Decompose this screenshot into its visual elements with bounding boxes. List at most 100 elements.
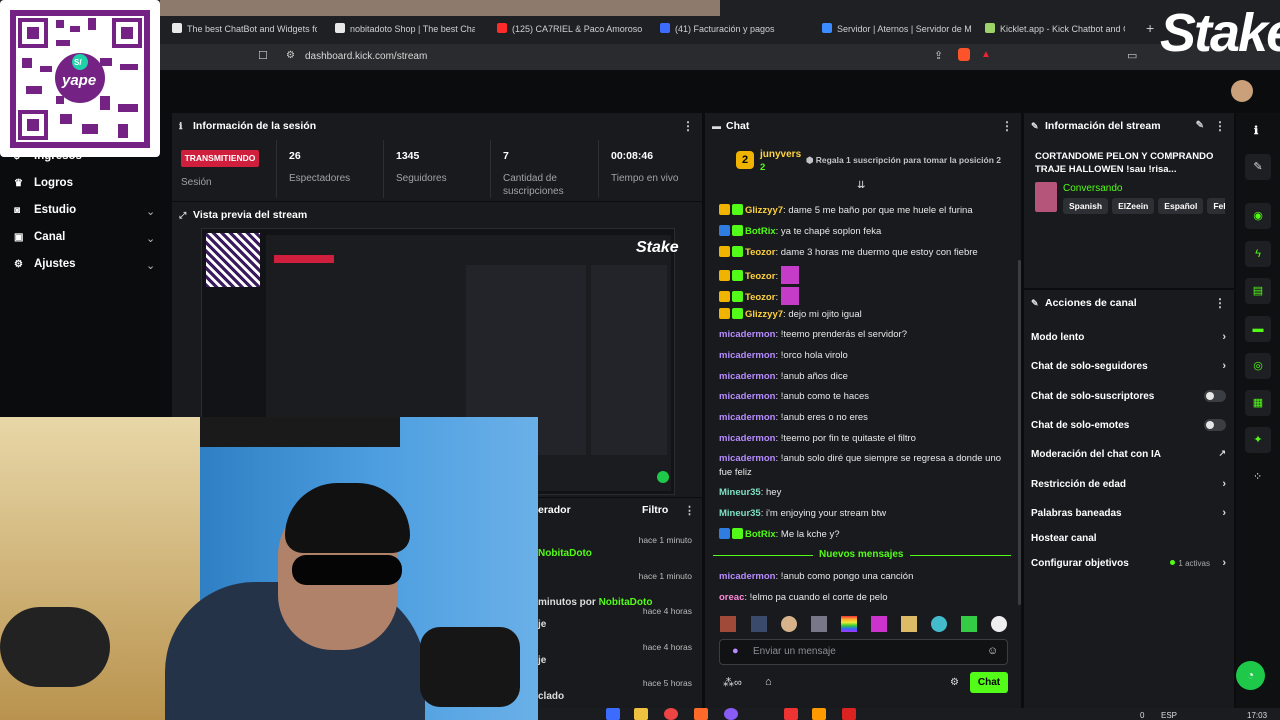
address-bar[interactable]: ☐ ⚙ dashboard.kick.com/stream ⇪ ▲ ▭: [160, 44, 1280, 70]
channel-action-restriccion-de-edad[interactable]: Restricción de edad ›: [1031, 478, 1226, 490]
chat-username[interactable]: micadermon: [719, 350, 776, 361]
browser-tab[interactable]: Servidor | Aternos | Servidor de Min: [822, 18, 972, 40]
emote-2[interactable]: [751, 616, 767, 632]
taskbar-clock[interactable]: 17:03: [1247, 711, 1267, 720]
taskbar-app-4[interactable]: [694, 708, 708, 720]
taskbar-app-5[interactable]: [724, 708, 738, 720]
chat-username[interactable]: micadermon: [719, 453, 776, 464]
emote-1[interactable]: [720, 616, 736, 632]
emote-9[interactable]: [961, 616, 977, 632]
emote-10[interactable]: [991, 616, 1007, 632]
sidebar-item-ajustes[interactable]: ⚙ Ajustes: [14, 258, 76, 270]
external-link-icon[interactable]: ↗: [1218, 448, 1226, 459]
chat-username[interactable]: Teozor: [745, 271, 775, 282]
rewards-icon[interactable]: ▲: [981, 49, 991, 60]
share-icon[interactable]: ⇪: [934, 49, 943, 62]
chat-username[interactable]: Teozor: [745, 247, 775, 258]
emote-4[interactable]: [811, 616, 827, 632]
chevron-down-icon[interactable]: ⌄: [146, 205, 155, 218]
emoji-icon[interactable]: ☺: [987, 645, 998, 657]
taskbar-app-6[interactable]: [784, 708, 798, 720]
browser-tab[interactable]: The best ChatBot and Widgets for K: [172, 18, 317, 40]
channel-action-hostear-canal[interactable]: Hostear canal: [1031, 533, 1226, 544]
chevron-right-icon[interactable]: ›: [1222, 557, 1226, 569]
stream-tag[interactable]: Feka: [1207, 198, 1225, 214]
activity-menu-icon[interactable]: ⋮: [684, 504, 695, 517]
browser-tab[interactable]: Kicklet.app - Kick Chatbot and Over: [985, 18, 1125, 40]
send-chat-button[interactable]: Chat: [970, 672, 1008, 693]
emote-6[interactable]: [871, 616, 887, 632]
edit-icon[interactable]: ✎: [1196, 113, 1204, 139]
channel-action-palabras-baneadas[interactable]: Palabras baneadas ›: [1031, 507, 1226, 519]
sidebar-item-canal[interactable]: ▣ Canal: [14, 231, 65, 243]
taskbar-language[interactable]: ESP: [1161, 711, 1177, 720]
chat-username[interactable]: Teozor: [745, 292, 775, 303]
tools-rail-icon[interactable]: ✦: [1245, 427, 1271, 453]
channel-action-chat-de-solo-suscriptores[interactable]: Chat de solo-suscriptores: [1031, 390, 1226, 402]
chat-username[interactable]: micadermon: [719, 329, 776, 340]
brave-shield-icon[interactable]: [958, 48, 970, 61]
chat-username[interactable]: micadermon: [719, 371, 776, 382]
lightning-rail-icon[interactable]: ϟ: [1245, 241, 1271, 267]
stream-tag[interactable]: Spanish: [1063, 198, 1109, 214]
stream-info-menu-icon[interactable]: ⋮: [1214, 113, 1226, 139]
browser-tab[interactable]: (41) Facturación y pagos: [660, 18, 800, 40]
channel-actions-menu-icon[interactable]: ⋮: [1214, 290, 1226, 316]
emote-8[interactable]: [931, 616, 947, 632]
chat-username[interactable]: Mineur35: [719, 487, 761, 498]
camera-rail-icon[interactable]: ◉: [1245, 203, 1271, 229]
chat-rail-icon[interactable]: ▬: [1245, 316, 1271, 342]
edit-rail-icon[interactable]: ✎: [1245, 154, 1271, 180]
stream-category[interactable]: Conversando: [1063, 183, 1122, 194]
channel-action-chat-de-solo-emotes[interactable]: Chat de solo-emotes: [1031, 419, 1226, 431]
channel-action-moderacion-del-chat-con-ia[interactable]: Moderación del chat con IA ↗: [1031, 448, 1226, 460]
store-icon[interactable]: ⌂: [765, 676, 772, 688]
session-menu-icon[interactable]: ⋮: [682, 113, 694, 139]
taskbar-app-8[interactable]: [842, 708, 856, 720]
chat-username[interactable]: micadermon: [719, 412, 776, 423]
chat-username[interactable]: Glizzyy7: [745, 309, 783, 320]
chat-username[interactable]: micadermon: [719, 391, 776, 402]
chat-username[interactable]: Mineur35: [719, 508, 761, 519]
stream-tag[interactable]: Español: [1158, 198, 1204, 214]
bookmark-icon[interactable]: ☐: [258, 49, 268, 62]
avatar[interactable]: [1231, 80, 1253, 102]
info-rail-icon[interactable]: ℹ: [1254, 124, 1258, 137]
taskbar-app-2[interactable]: [634, 708, 648, 720]
new-tab-button[interactable]: +: [1146, 20, 1154, 36]
share-rail-icon[interactable]: ⁘: [1253, 470, 1262, 483]
taskbar-app-7[interactable]: [812, 708, 826, 720]
stream-tag[interactable]: ElZeein: [1112, 198, 1155, 214]
toggle-switch[interactable]: [1204, 419, 1226, 431]
chevron-right-icon[interactable]: ›: [1222, 331, 1226, 343]
chat-scrollbar[interactable]: [1018, 260, 1021, 605]
chat-username[interactable]: BotRix: [745, 529, 776, 540]
chat-username[interactable]: micadermon: [719, 571, 776, 582]
emote-3[interactable]: [781, 616, 797, 632]
chevron-right-icon[interactable]: ›: [1222, 360, 1226, 372]
scroll-down-icon[interactable]: ⇊: [857, 180, 865, 191]
chat-menu-icon[interactable]: ⋮: [1001, 113, 1013, 139]
support-button[interactable]: ◔: [1236, 661, 1265, 690]
chat-input[interactable]: ● Enviar un mensaje ☺: [719, 639, 1008, 665]
activity-filter-button[interactable]: Filtro: [642, 504, 668, 516]
chat-username[interactable]: micadermon: [719, 433, 776, 444]
channel-action-chat-de-solo-seguidores[interactable]: Chat de solo-seguidores ›: [1031, 360, 1226, 372]
category-thumbnail[interactable]: [1035, 182, 1057, 212]
site-info-icon[interactable]: ⚙: [286, 50, 295, 61]
chat-username[interactable]: Glizzyy7: [745, 205, 783, 216]
chevron-right-icon[interactable]: ›: [1222, 478, 1226, 490]
toggle-switch[interactable]: [1204, 390, 1226, 402]
chevron-down-icon[interactable]: ⌄: [146, 232, 155, 245]
taskbar-app-3[interactable]: [664, 708, 678, 720]
mic-icon[interactable]: ●: [732, 645, 739, 657]
url-text[interactable]: dashboard.kick.com/stream: [305, 51, 427, 62]
browser-tab[interactable]: nobitadoto Shop | The best ChatBot: [335, 18, 475, 40]
sidebar-toggle-icon[interactable]: ▭: [1127, 49, 1137, 62]
sidebar-item-logros[interactable]: ♛ Logros: [14, 177, 73, 189]
points-icon[interactable]: ⁂∞: [723, 676, 742, 689]
chat-settings-icon[interactable]: ⚙: [950, 677, 959, 688]
channel-action-modo-lento[interactable]: Modo lento ›: [1031, 331, 1226, 343]
chevron-down-icon[interactable]: ⌄: [146, 259, 155, 272]
channel-action-configurar-objetivos[interactable]: Configurar objetivos › 1 activas: [1031, 557, 1226, 569]
